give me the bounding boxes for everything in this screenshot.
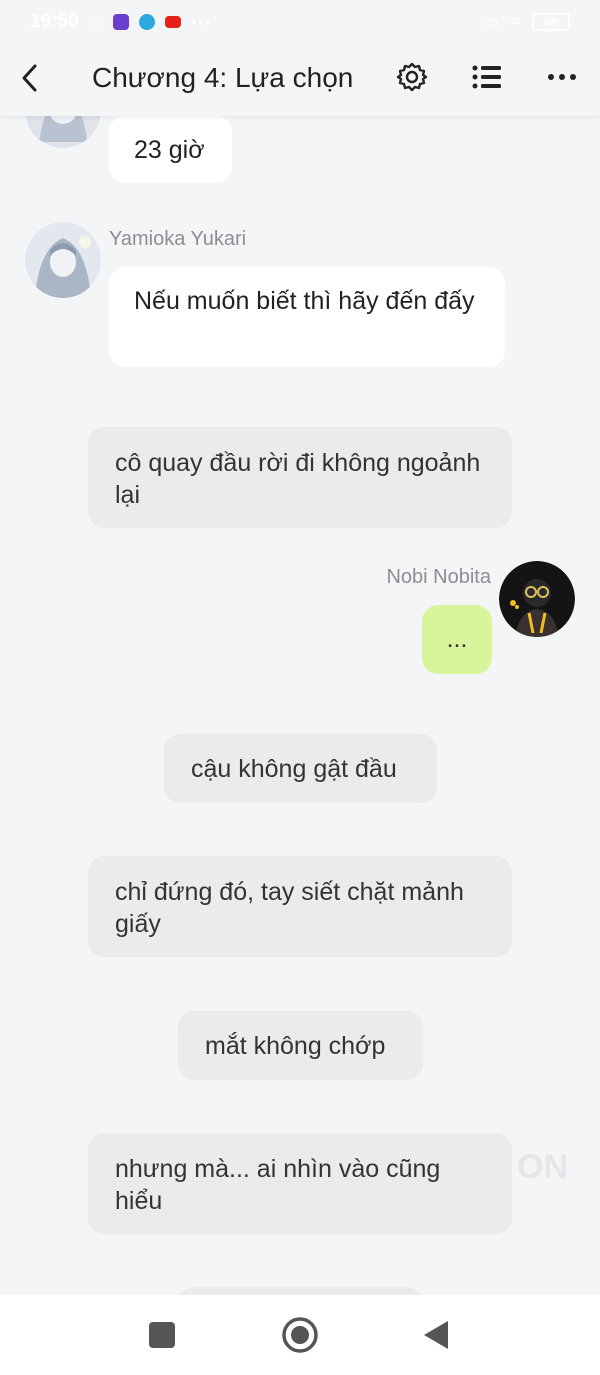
status-time: 19:50: [30, 11, 79, 32]
narration-bubble: mắt không chớp: [178, 1011, 423, 1080]
battery-level: 100: [543, 17, 559, 27]
youtube-icon: [165, 16, 182, 28]
message-bubble: 23 giờ: [109, 116, 232, 183]
sender-name: Yamioka Yukari: [109, 228, 247, 250]
chapter-title: Chương 4: Lựa chọn: [92, 62, 354, 93]
sender-name: Nobi Nobita: [386, 566, 491, 588]
narration-text: cậu không gật đầu: [191, 755, 397, 783]
system-nav-bar: [0, 1295, 600, 1375]
narration-text: cô quay đầu rời đi không ngoảnh lại: [115, 449, 481, 509]
gear-icon: [397, 62, 427, 92]
more-notifications-icon: •••: [191, 14, 212, 30]
narration-bubble: cô quay đầu rời đi không ngoảnh lại: [88, 427, 512, 528]
narration-text: nhưng mà... ai nhìn vào cũng hiểu: [115, 1155, 441, 1215]
chapter-list-button[interactable]: [470, 60, 504, 94]
list-icon: [472, 65, 501, 89]
square-icon: [149, 1322, 175, 1348]
triangle-back-icon: [424, 1321, 448, 1349]
narration-bubble: [178, 1287, 423, 1295]
more-button[interactable]: [545, 60, 579, 94]
app-icon: [139, 14, 156, 30]
narration-text: chỉ đứng đó, tay siết chặt mảnh giấy: [115, 878, 464, 938]
narration-bubble: nhưng mà... ai nhìn vào cũng hiểu: [88, 1133, 512, 1234]
own-message-bubble: ...: [422, 605, 492, 674]
more-dots-icon: [548, 74, 576, 80]
circle-icon: [282, 1317, 318, 1353]
watermark: ON: [517, 1148, 568, 1186]
chevron-left-icon: [22, 64, 37, 92]
chat-area[interactable]: 23 giờ Yamioka Yukari Nếu muốn biết thì …: [0, 0, 600, 1295]
recent-apps-button[interactable]: [142, 1315, 182, 1355]
status-bar: 19:50 ☼ ••• ▭ ≈ 100: [0, 0, 600, 44]
app-header: Chương 4: Lựa chọn: [0, 44, 600, 116]
avatar-nobi-nobita[interactable]: [499, 561, 575, 637]
home-button[interactable]: [280, 1315, 320, 1355]
message-text: 23 giờ: [134, 136, 205, 164]
narration-bubble: cậu không gật đầu: [164, 734, 437, 803]
avatar-yamioka-yukari[interactable]: [25, 222, 101, 298]
sim-icon: ▭: [484, 14, 500, 31]
back-nav-button[interactable]: [416, 1315, 456, 1355]
narration-text: mắt không chớp: [205, 1032, 386, 1060]
narration-bubble: chỉ đứng đó, tay siết chặt mảnh giấy: [88, 856, 512, 957]
wifi-icon: ≈: [511, 13, 520, 30]
message-text: Nếu muốn biết thì hãy đến đấy: [134, 287, 475, 315]
battery-icon: 100: [532, 13, 570, 31]
settings-button[interactable]: [395, 60, 429, 94]
message-bubble: Nếu muốn biết thì hãy đến đấy: [109, 267, 505, 367]
app-icon: [113, 14, 130, 30]
notification-icon: ☼: [88, 13, 104, 30]
message-text: ...: [446, 625, 468, 653]
back-button[interactable]: [14, 60, 44, 96]
